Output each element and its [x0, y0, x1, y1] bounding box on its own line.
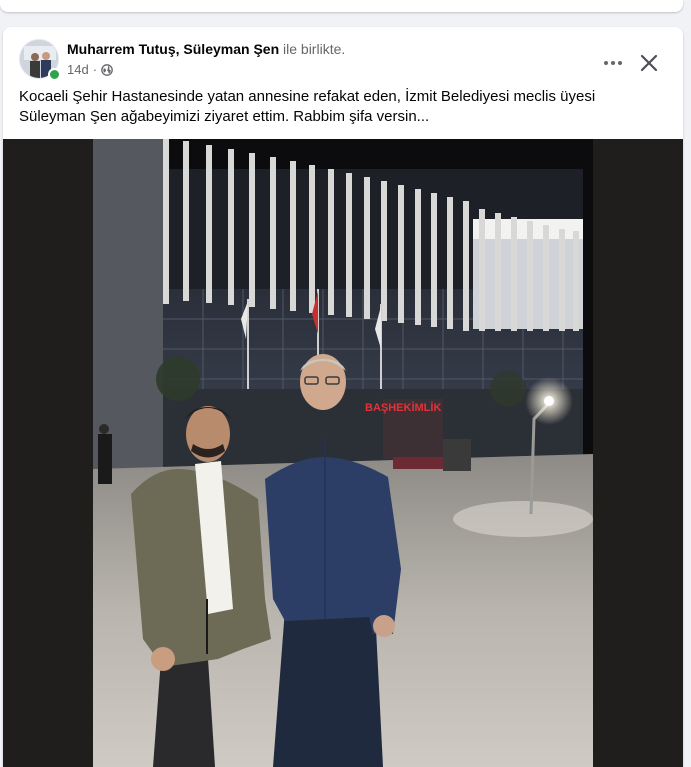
post-photo[interactable]: BAŞHEKİMLİK [3, 139, 683, 767]
post-card: Muharrem Tutuş, Süleyman Şen ile birlikt… [3, 27, 683, 767]
post-header: Muharrem Tutuş, Süleyman Şen ile birlikt… [3, 27, 683, 87]
post-text: Kocaeli Şehir Hastanesinde yatan annesin… [19, 88, 596, 125]
post-meta: 14d · [67, 62, 113, 77]
previous-post-card [0, 0, 683, 12]
online-status-dot [48, 68, 61, 81]
photo-sign-text: BAŞHEKİMLİK [365, 401, 441, 414]
meta-separator: · [92, 62, 98, 77]
more-options-icon[interactable] [595, 45, 631, 81]
post-timestamp[interactable]: 14d [67, 62, 89, 77]
globe-icon[interactable] [101, 63, 113, 76]
author-names-link[interactable]: Muharrem Tutuş, Süleyman Şen [67, 41, 279, 57]
tagged-suffix: ile birlikte. [279, 41, 346, 57]
post-author-line: Muharrem Tutuş, Süleyman Şen ile birlikt… [67, 41, 345, 57]
close-icon[interactable] [631, 45, 667, 81]
